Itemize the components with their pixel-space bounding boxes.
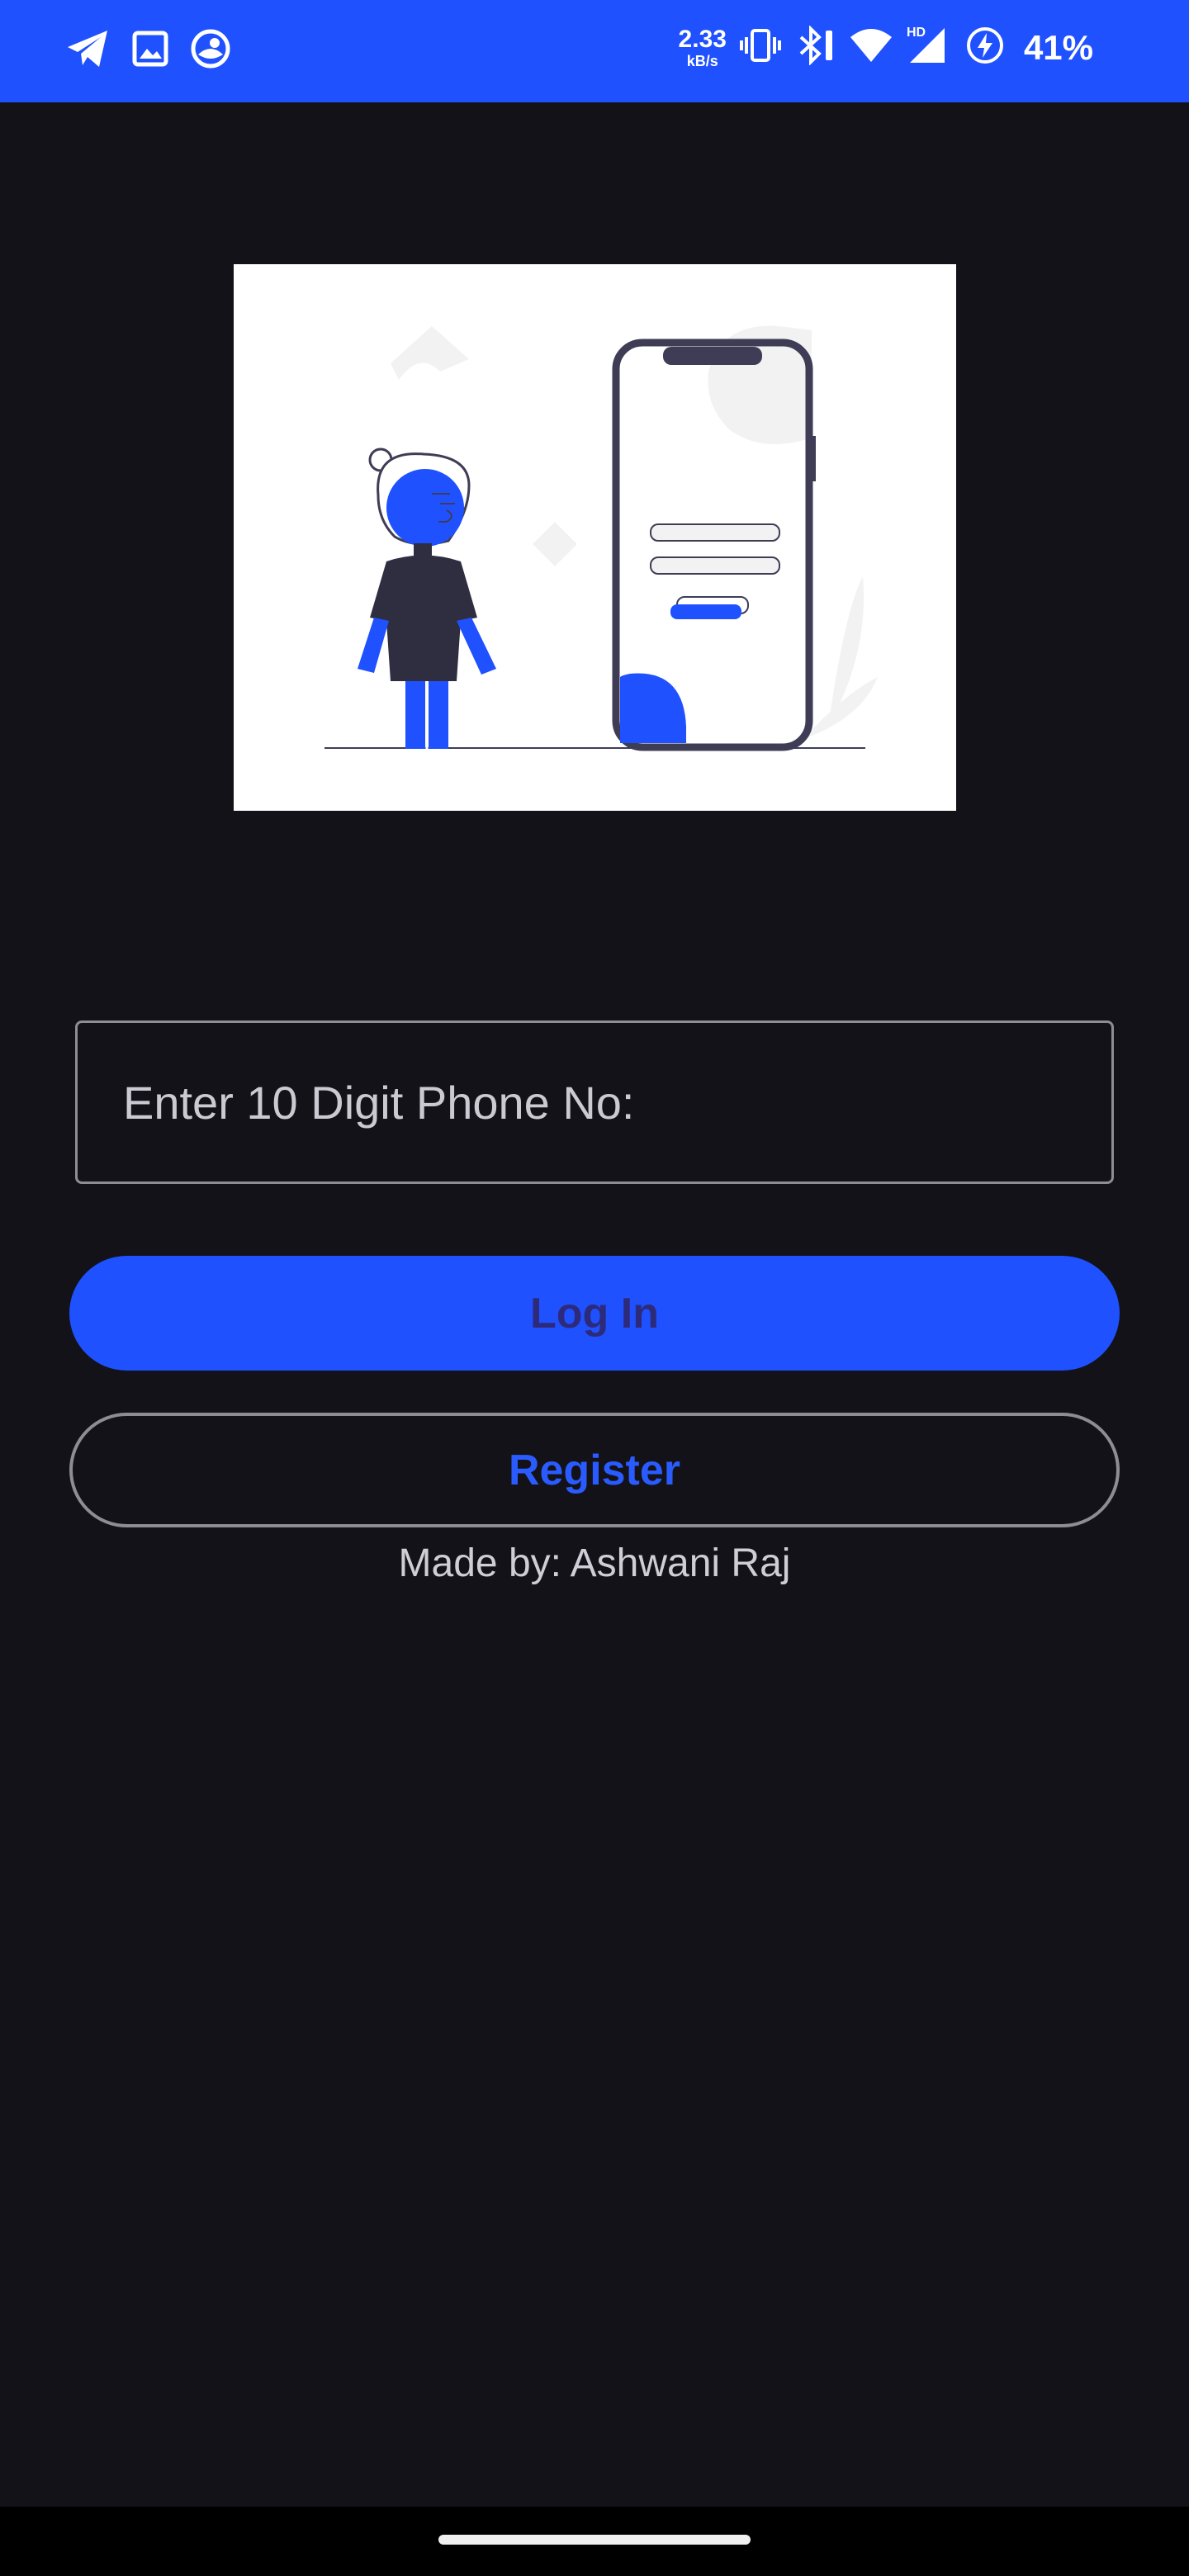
app-icon — [190, 28, 231, 73]
network-speed-unit: kB/s — [686, 52, 718, 69]
status-bar: 2.33 kB/s HD 41% — [0, 0, 1189, 102]
status-right-icons: 2.33 kB/s HD 41% — [679, 25, 1093, 70]
battery-percentage: 41% — [1023, 27, 1093, 67]
app-screen: 2.33 kB/s HD 41% Enter 10 Digit Phone No… — [0, 0, 1189, 2576]
person-torso — [370, 555, 477, 681]
decor-diamond — [533, 522, 577, 566]
wifi-icon — [849, 27, 893, 68]
person-leg-left — [405, 681, 425, 749]
register-button[interactable]: Register — [69, 1413, 1120, 1527]
register-button-label: Register — [508, 1446, 681, 1494]
network-speed: 2.33 kB/s — [678, 25, 727, 69]
bluetooth-icon — [794, 25, 836, 69]
credit-text: Made by: Ashwani Raj — [398, 1541, 791, 1585]
phone-field-2 — [650, 556, 780, 575]
navigation-bar — [0, 2507, 1189, 2576]
person-arm-right — [457, 618, 496, 675]
person-leg-right — [429, 681, 448, 749]
login-illustration — [234, 264, 956, 811]
home-gesture-handle[interactable] — [438, 2535, 751, 2545]
person-figure — [358, 447, 496, 749]
phone-field-1 — [650, 523, 780, 542]
login-button-label: Log In — [530, 1289, 659, 1338]
status-left-icons — [66, 28, 231, 73]
decor-shape-top — [391, 326, 469, 380]
phone-button — [670, 604, 741, 619]
phone-field-container[interactable] — [75, 1020, 1114, 1184]
battery-saver-icon — [964, 25, 1006, 70]
phone-side-button — [809, 436, 816, 481]
phone-corner-blob — [620, 673, 686, 743]
person-arm-left — [358, 618, 389, 673]
gallery-icon — [132, 31, 168, 71]
network-speed-value: 2.33 — [678, 25, 727, 53]
person-head — [386, 469, 464, 547]
telegram-icon — [66, 29, 111, 73]
signal-icon: HD — [907, 25, 951, 70]
login-button[interactable]: Log In — [69, 1256, 1120, 1371]
vibrate-icon — [739, 27, 781, 68]
phone-notch — [663, 347, 762, 365]
network-badge: HD — [907, 26, 926, 40]
phone-number-input[interactable] — [78, 1023, 1111, 1181]
